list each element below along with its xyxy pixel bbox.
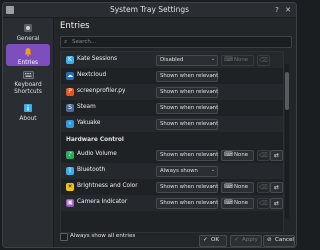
- entry-name: Audio Volume: [77, 151, 117, 157]
- shortcut-button[interactable]: ⌨ None: [221, 182, 254, 193]
- sidebar-item-label: General: [16, 36, 40, 42]
- chevron-down-icon: ⌄: [210, 151, 215, 157]
- kate-icon: K: [66, 56, 74, 64]
- chevron-down-icon: ⌄: [210, 199, 215, 205]
- clear-shortcut-button[interactable]: ⌫: [257, 150, 270, 161]
- sidebar: General Entries Keyboard Shortcuts About: [3, 18, 54, 247]
- brightness-icon: ☀: [66, 183, 74, 191]
- visibility-select[interactable]: Disabled ⌄: [156, 55, 218, 66]
- entry-name: screenprofiler.py: [77, 88, 126, 94]
- sidebar-item-label: Entries: [17, 60, 39, 66]
- scrollbar-thumb[interactable]: [285, 72, 289, 110]
- search-field[interactable]: ⌕: [60, 36, 292, 48]
- configure-button[interactable]: ⇄: [270, 150, 283, 161]
- visibility-select[interactable]: Always shown ⌄: [156, 166, 218, 177]
- sidebar-item-entries[interactable]: Entries: [6, 44, 50, 66]
- clear-shortcut-button[interactable]: ⌫: [257, 198, 270, 209]
- cancel-button[interactable]: ⊘ Cancel: [263, 235, 295, 247]
- search-input[interactable]: [72, 37, 282, 47]
- entry-name: Yakuake: [77, 120, 101, 126]
- help-icon[interactable]: ?: [273, 6, 281, 14]
- list-item: ᛒ Bluetooth Always shown ⌄: [61, 163, 283, 179]
- configure-button[interactable]: ⇄: [270, 198, 283, 209]
- visibility-select[interactable]: Shown when relevant ⌄: [156, 119, 218, 130]
- info-icon: [6, 103, 50, 115]
- section-header: Hardware Control: [66, 137, 124, 143]
- visibility-select[interactable]: Shown when relevant ⌄: [156, 198, 218, 209]
- sidebar-item-keyboard-shortcuts[interactable]: Keyboard Shortcuts: [6, 68, 50, 98]
- list-item: ♪ Audio Volume Shown when relevant ⌄ ⌨ N…: [61, 147, 283, 163]
- steam-icon: S: [66, 104, 74, 112]
- keyboard-icon: ⌨: [224, 199, 233, 206]
- visibility-select[interactable]: Shown when relevant ⌄: [156, 182, 218, 193]
- entry-name: Nextcloud: [77, 72, 107, 78]
- list-item: ▣ Camera Indicator Shown when relevant ⌄…: [61, 195, 283, 211]
- camera-icon: ▣: [66, 199, 74, 207]
- sidebar-item-general[interactable]: General: [6, 20, 50, 42]
- title-bar: System Tray Settings ? ✕: [3, 3, 296, 18]
- cancel-icon: ⊘: [267, 237, 272, 243]
- list-item: ☀ Brightness and Color Shown when releva…: [61, 179, 283, 195]
- keyboard-icon: [6, 71, 50, 81]
- visibility-select[interactable]: Shown when relevant ⌄: [156, 150, 218, 161]
- search-icon: ⌕: [64, 38, 68, 45]
- chevron-down-icon: ⌄: [210, 88, 215, 94]
- checkmark-icon: ✓: [203, 237, 208, 243]
- list-item: K Kate Sessions Disabled ⌄ ⌨ None ⌫: [61, 52, 283, 68]
- clear-shortcut-button[interactable]: ⌫: [257, 182, 270, 193]
- configure-button[interactable]: ⇄: [270, 182, 283, 193]
- sidebar-item-label: Keyboard Shortcuts: [14, 82, 42, 95]
- page-title: Entries: [60, 21, 90, 31]
- bluetooth-icon: ᛒ: [66, 167, 74, 175]
- window-title: System Tray Settings: [109, 5, 190, 14]
- shortcut-button[interactable]: ⌨ None: [221, 55, 254, 66]
- visibility-select[interactable]: Shown when relevant ⌄: [156, 71, 218, 82]
- entry-name: Kate Sessions: [77, 56, 118, 62]
- chevron-down-icon: ⌄: [210, 120, 215, 126]
- entry-name: Brightness and Color: [77, 183, 138, 189]
- entries-list: K Kate Sessions Disabled ⌄ ⌨ None ⌫ ☁ Ne…: [60, 51, 284, 233]
- entry-name: Camera Indicator: [77, 199, 128, 205]
- entry-name: Bluetooth: [77, 167, 106, 173]
- terminal-icon: ›: [66, 120, 74, 128]
- list-item: S Steam Shown when relevant ⌄: [61, 100, 283, 116]
- apply-button[interactable]: ✓ Apply: [230, 235, 262, 247]
- keyboard-icon: ⌨: [224, 151, 233, 158]
- nextcloud-icon: ☁: [66, 72, 74, 80]
- checkmark-icon: ✓: [234, 237, 239, 243]
- sidebar-item-about[interactable]: About: [6, 100, 50, 122]
- keyboard-icon: ⌨: [224, 183, 233, 190]
- chevron-down-icon: ⌄: [210, 72, 215, 78]
- gear-icon: [6, 23, 50, 35]
- ok-button[interactable]: ✓ OK: [199, 235, 227, 247]
- shortcut-button[interactable]: ⌨ None: [221, 150, 254, 161]
- chevron-down-icon: ⌄: [210, 104, 215, 110]
- chevron-down-icon: ⌄: [210, 183, 215, 189]
- shortcut-button[interactable]: ⌨ None: [221, 198, 254, 209]
- clear-shortcut-button[interactable]: ⌫: [257, 55, 270, 66]
- speaker-icon: ♪: [66, 151, 74, 159]
- close-icon[interactable]: ✕: [284, 6, 292, 14]
- list-item: ☁ Nextcloud Shown when relevant ⌄: [61, 68, 283, 84]
- entry-name: Steam: [77, 104, 96, 110]
- list-item: P screenprofiler.py Shown when relevant …: [61, 84, 283, 100]
- settings-window: System Tray Settings ? ✕ General Entries…: [2, 2, 297, 248]
- application-icon: P: [66, 88, 74, 96]
- bell-icon: [6, 47, 50, 59]
- list-item: › Yakuake Shown when relevant ⌄: [61, 116, 283, 132]
- chevron-down-icon: ⌄: [210, 167, 215, 173]
- checkbox[interactable]: [60, 233, 68, 241]
- scrollbar[interactable]: [285, 64, 289, 219]
- keyboard-icon: ⌨: [224, 56, 233, 63]
- visibility-select[interactable]: Shown when relevant ⌄: [156, 103, 218, 114]
- entries-page: Entries ⌕ K Kate Sessions Disabled ⌄ ⌨ N…: [54, 18, 296, 247]
- visibility-select[interactable]: Shown when relevant ⌄: [156, 87, 218, 98]
- sidebar-item-label: About: [19, 116, 37, 122]
- chevron-down-icon: ⌄: [210, 56, 215, 62]
